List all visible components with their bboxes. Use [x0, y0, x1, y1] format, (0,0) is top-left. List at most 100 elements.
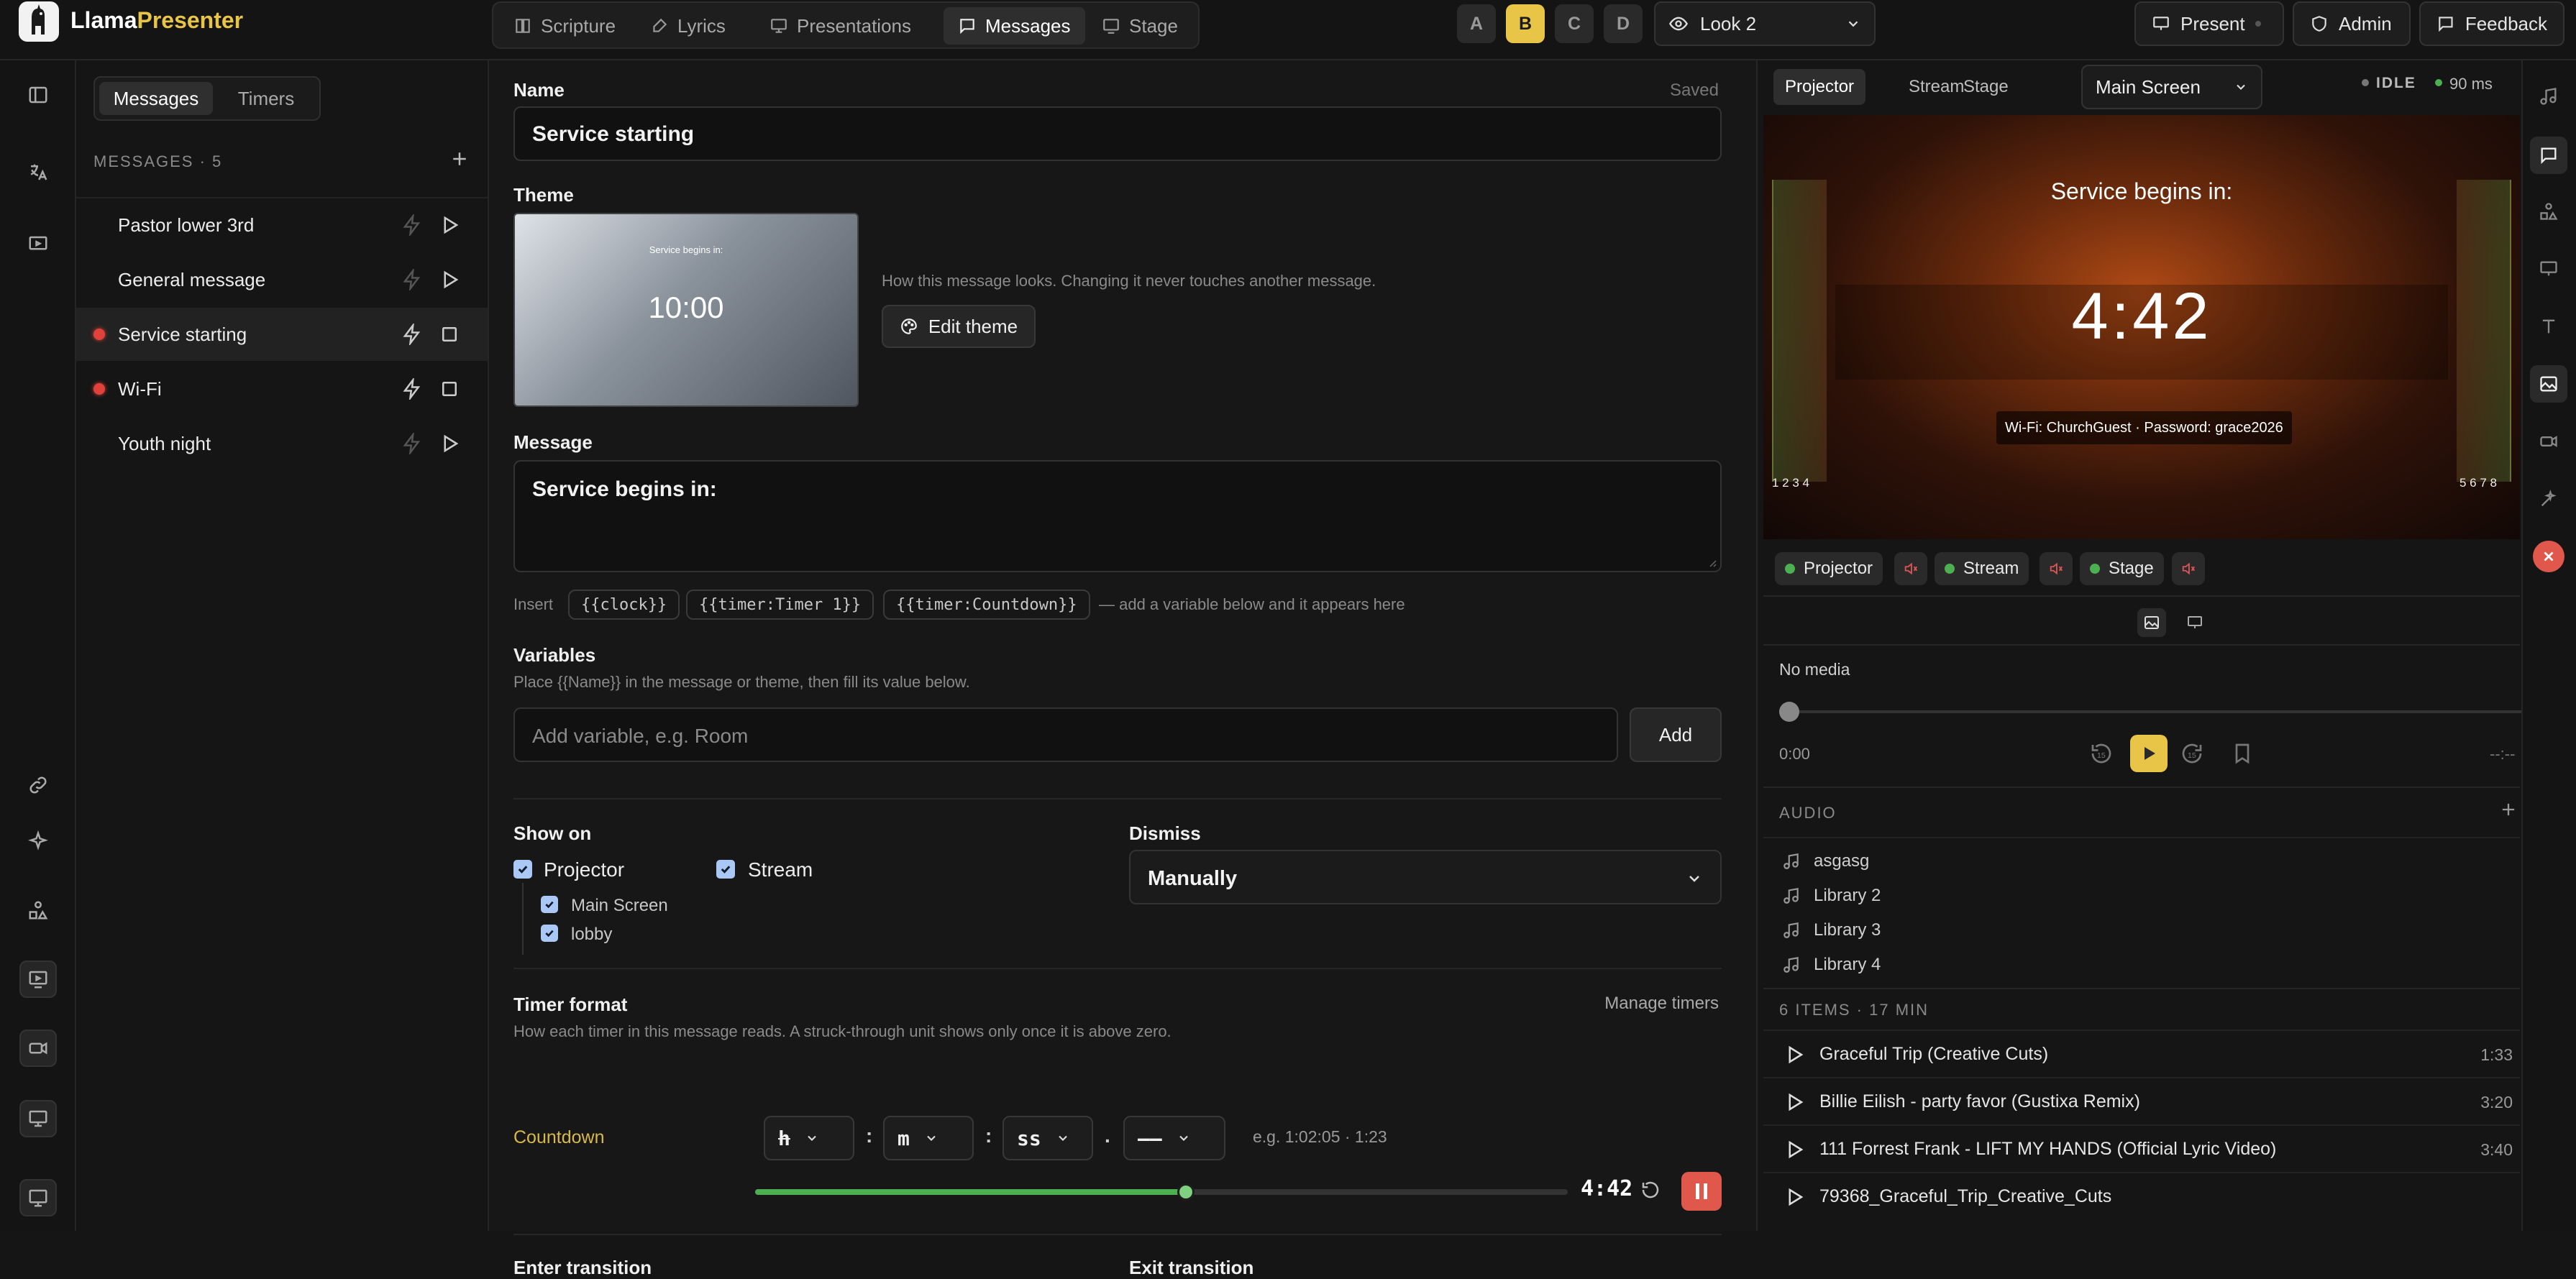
- play-icon[interactable]: [1783, 1186, 1805, 1208]
- feedback-button[interactable]: Feedback: [2419, 1, 2564, 46]
- resize-handle-icon[interactable]: [1706, 556, 1717, 568]
- timer-progress-track[interactable]: [755, 1183, 1568, 1201]
- screen-icon[interactable]: [19, 226, 57, 263]
- bolt-icon[interactable]: [401, 269, 423, 290]
- play-icon[interactable]: [439, 433, 460, 454]
- mute-stage-icon[interactable]: [2172, 552, 2205, 585]
- bolt-icon[interactable]: [401, 433, 423, 454]
- presentation-media-icon[interactable]: [2180, 608, 2209, 637]
- forward-15-icon[interactable]: 15: [2179, 741, 2205, 766]
- tab-stage[interactable]: Stage: [1087, 7, 1192, 45]
- add-audio-icon[interactable]: [2498, 799, 2518, 820]
- add-message-icon[interactable]: [449, 148, 470, 170]
- add-variable-button[interactable]: Add: [1630, 707, 1722, 762]
- audio-item[interactable]: Library 4: [1782, 955, 1881, 975]
- theme-thumbnail[interactable]: Service begins in: 10:00: [513, 213, 859, 407]
- stop-icon[interactable]: [439, 324, 460, 345]
- minutes-format-select[interactable]: m: [883, 1116, 974, 1160]
- effects-icon[interactable]: [2530, 480, 2567, 518]
- output-stream-chip[interactable]: Stream: [1935, 552, 2029, 585]
- desktop-icon[interactable]: [19, 1179, 57, 1216]
- look-b-button[interactable]: B: [1506, 4, 1545, 43]
- image-media-icon[interactable]: [2137, 608, 2166, 637]
- manage-timers-link[interactable]: Manage timers: [1604, 994, 1719, 1014]
- audio-item[interactable]: Library 3: [1782, 920, 1881, 940]
- tab-messages-list[interactable]: Messages: [99, 82, 213, 115]
- play-icon[interactable]: [1783, 1044, 1805, 1065]
- tab-lyrics[interactable]: Lyrics: [636, 7, 740, 45]
- add-variable-input[interactable]: Add variable, e.g. Room: [513, 707, 1618, 762]
- image-icon[interactable]: [2530, 365, 2567, 403]
- play-icon[interactable]: [439, 214, 460, 236]
- playlist-track[interactable]: 79368_Graceful_Trip_Creative_Cuts: [1763, 1172, 2520, 1219]
- list-item[interactable]: General message: [76, 253, 488, 306]
- sparkle-icon[interactable]: [19, 822, 57, 860]
- main-screen-checkbox[interactable]: [541, 896, 558, 913]
- music-icon[interactable]: [2530, 78, 2567, 115]
- name-input[interactable]: Service starting: [513, 106, 1722, 161]
- camera-icon[interactable]: [19, 1030, 57, 1067]
- tab-presentations[interactable]: Presentations: [755, 7, 926, 45]
- clear-all-button[interactable]: [2533, 541, 2564, 572]
- tab-messages[interactable]: Messages: [944, 7, 1085, 45]
- dismiss-select[interactable]: Manually: [1129, 850, 1722, 904]
- preview-tab-projector[interactable]: Projector: [1773, 69, 1866, 105]
- tab-scripture[interactable]: Scripture: [499, 7, 630, 45]
- stage-display-icon[interactable]: [19, 1100, 57, 1137]
- playlist-track[interactable]: Graceful Trip (Creative Cuts) 1:33: [1763, 1030, 2520, 1077]
- sidebar-toggle-icon[interactable]: [19, 76, 57, 114]
- translate-icon[interactable]: [19, 154, 57, 191]
- rewind-15-icon[interactable]: 15: [2088, 741, 2114, 766]
- edit-theme-button[interactable]: Edit theme: [882, 305, 1036, 348]
- reset-timer-icon[interactable]: [1640, 1179, 1661, 1201]
- media-play-button[interactable]: [2130, 735, 2168, 772]
- timer-progress-knob[interactable]: [1177, 1183, 1195, 1201]
- media-scrubber-knob[interactable]: [1779, 702, 1799, 722]
- bookmark-icon[interactable]: [2231, 742, 2254, 765]
- bolt-icon[interactable]: [401, 378, 423, 400]
- messages-icon[interactable]: [2530, 137, 2567, 174]
- stream-checkbox[interactable]: [716, 860, 735, 879]
- projector-checkbox[interactable]: [513, 860, 532, 879]
- milliseconds-format-select[interactable]: ——: [1123, 1116, 1225, 1160]
- play-icon[interactable]: [439, 269, 460, 290]
- link-icon[interactable]: [19, 766, 57, 804]
- screen-select[interactable]: Main Screen: [2081, 65, 2262, 109]
- insert-clock-chip[interactable]: {{clock}}: [568, 590, 680, 620]
- bolt-icon[interactable]: [401, 214, 423, 236]
- look-select[interactable]: Look 2: [1654, 1, 1876, 46]
- mute-stream-icon[interactable]: [2040, 552, 2073, 585]
- output-stage-chip[interactable]: Stage: [2080, 552, 2164, 585]
- list-item[interactable]: Youth night: [76, 417, 488, 470]
- projector-output-icon[interactable]: [19, 961, 57, 998]
- look-c-button[interactable]: C: [1555, 4, 1594, 43]
- video-icon[interactable]: [2530, 423, 2567, 460]
- seconds-format-select[interactable]: ss: [1002, 1116, 1093, 1160]
- audio-item[interactable]: Library 2: [1782, 886, 1881, 906]
- slides-icon[interactable]: [2530, 250, 2567, 288]
- text-icon[interactable]: [2530, 308, 2567, 345]
- admin-button[interactable]: Admin: [2293, 1, 2411, 46]
- shapes-icon[interactable]: [19, 891, 57, 929]
- playlist-track[interactable]: 111 Forrest Frank - LIFT MY HANDS (Offic…: [1763, 1124, 2520, 1172]
- preview-tab-stage[interactable]: Stage: [1952, 69, 2020, 105]
- list-item[interactable]: Wi-Fi: [76, 362, 488, 416]
- list-item-selected[interactable]: Service starting: [76, 308, 488, 361]
- insert-countdown-chip[interactable]: {{timer:Countdown}}: [883, 590, 1090, 620]
- message-textarea[interactable]: Service begins in:: [513, 460, 1722, 572]
- playlist-track[interactable]: Billie Eilish - party favor (Gustixa Rem…: [1763, 1077, 2520, 1124]
- stop-icon[interactable]: [439, 378, 460, 400]
- pause-timer-button[interactable]: [1681, 1172, 1722, 1211]
- insert-timer1-chip[interactable]: {{timer:Timer 1}}: [686, 590, 874, 620]
- shapes-icon[interactable]: [2530, 193, 2567, 230]
- play-icon[interactable]: [1783, 1139, 1805, 1160]
- media-scrubber[interactable]: [1779, 702, 2567, 722]
- look-d-button[interactable]: D: [1604, 4, 1643, 43]
- play-icon[interactable]: [1783, 1091, 1805, 1113]
- tab-timers[interactable]: Timers: [216, 82, 316, 115]
- look-a-button[interactable]: A: [1457, 4, 1496, 43]
- present-button[interactable]: Present: [2134, 1, 2284, 46]
- hours-format-select[interactable]: h: [764, 1116, 854, 1160]
- list-item[interactable]: Pastor lower 3rd: [76, 198, 488, 252]
- audio-item[interactable]: asgasg: [1782, 851, 1869, 871]
